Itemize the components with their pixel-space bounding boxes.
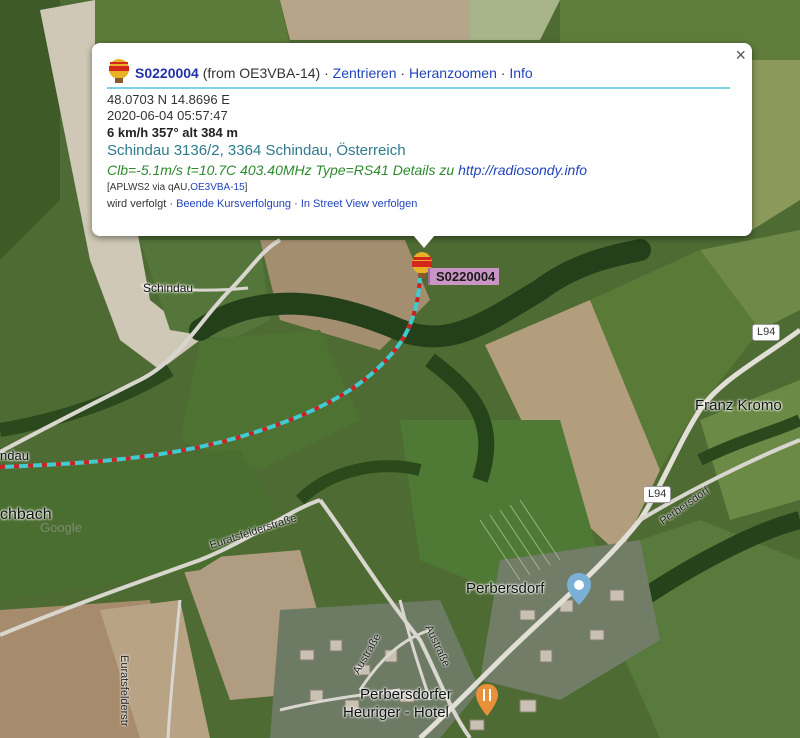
comment: Clb=-5.1m/s t=10.7C 403.40MHz Type=RS41 … [107,161,737,180]
speed-course-altitude: 6 km/h 357° alt 384 m [107,125,238,140]
info-link[interactable]: Info [509,65,532,81]
field [95,0,290,45]
location-pin-icon[interactable] [567,573,591,605]
info-popup: × S0220004 (from OE3VBA-14) · Zentrieren… [92,43,752,236]
map-label-franz-kromo: Franz Kromo [695,397,782,414]
follow-row: wird verfolgt · Beende Kursverfolgung · … [107,196,737,212]
field [752,60,800,230]
popup-header: S0220004 (from OE3VBA-14) · Zentrieren ·… [109,59,729,83]
road-label-euratsfelder-2: Euratsfelderstr [118,655,130,727]
popup-body: 48.0703 N 14.8696 E 2020-06-04 05:57:47 … [107,91,737,212]
field [280,0,470,40]
separator: · [396,65,409,81]
street-view-follow-link[interactable]: In Street View verfolgen [301,198,418,210]
center-link[interactable]: Zentrieren [333,65,397,81]
address: Schindau 3136/2, 3364 Schindau, Österrei… [107,142,406,159]
map-watermark: Google [40,520,82,535]
map-label-perbersdorf: Perbersdorf [466,580,545,597]
marker-label[interactable]: S0220004 [428,268,500,285]
timestamp: 2020-06-04 05:57:47 [107,108,228,123]
packet-path: [APLWS2 via qAU,OE3VBA-15] [107,180,737,196]
road-shield-l94-2: L94 [643,486,672,503]
restaurant-pin-icon[interactable] [476,684,498,716]
map-label-ndau: ndau [0,448,29,463]
separator: · [496,65,510,81]
map-label-heuriger-line2: Heuriger - Hotel [343,704,449,721]
zoom-in-link[interactable]: Heranzoomen [409,65,497,81]
separator: · [166,198,177,210]
separator: · [320,65,333,81]
popup-divider [107,87,730,89]
radiosondy-link[interactable]: http://radiosondy.info [458,162,587,178]
coordinates: 48.0703 N 14.8696 E [107,92,230,107]
path-station-link[interactable]: OE3VBA-15 [190,182,244,193]
popup-tail [413,235,435,248]
stop-follow-link[interactable]: Beende Kursverfolgung [176,198,291,210]
map-label-schindau: Schindau [143,281,194,295]
road-shield-l94: L94 [752,324,781,341]
map-label-heuriger-line1: Perbersdorfer [360,686,452,703]
path-prefix: [APLWS2 via qAU, [107,182,191,193]
balloon-icon [109,59,129,83]
from-text: (from OE3VBA-14) [202,65,321,81]
separator: · [291,198,301,210]
comment-text: Clb=-5.1m/s t=10.7C 403.40MHz Type=RS41 … [107,162,455,178]
path-suffix: ] [244,182,248,193]
close-icon[interactable]: × [735,45,746,66]
callsign-link[interactable]: S0220004 [135,65,199,81]
follow-status: wird verfolgt [107,198,167,210]
